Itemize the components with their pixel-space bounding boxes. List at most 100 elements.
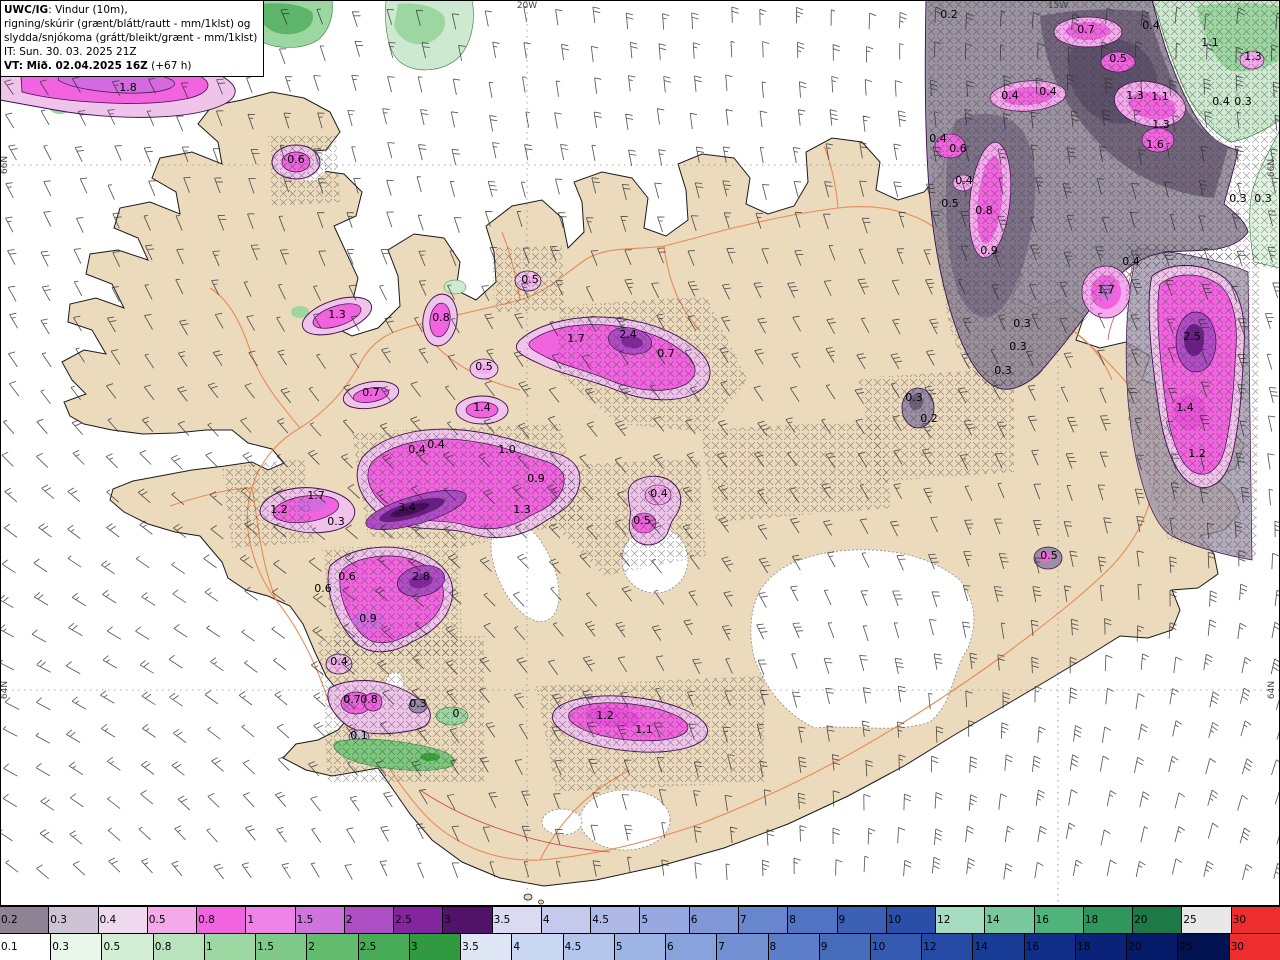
scale-cell: 14 — [985, 907, 1035, 933]
scale-tick-label: 0.5 — [103, 941, 121, 953]
scale-tick-label: 2.5 — [395, 914, 412, 926]
precip-value-label: 0.9 — [980, 244, 998, 257]
scale-tick-label: 18 — [1076, 941, 1091, 953]
precip-value-label: 1.8 — [119, 81, 137, 94]
glacier-myrdalsjokull — [579, 789, 671, 851]
graticule-label: 64N — [1267, 681, 1277, 699]
header-line-2: rigning/skúrir (grænt/blátt/rautt - mm/1… — [4, 18, 251, 31]
scale-cell: 2 — [307, 934, 359, 960]
precip-value-label: 1.7 — [307, 489, 325, 502]
precip-value-label: 0.5 — [1109, 52, 1127, 65]
scale-tick-label: 0.3 — [52, 941, 69, 953]
scale-cell: 8 — [788, 907, 838, 933]
precip-value-label: 0.4 — [955, 174, 973, 187]
precip-value-label: 1.4 — [473, 401, 491, 414]
scale-tick-label: 3.5 — [462, 941, 479, 953]
graticule-label: 66N — [0, 156, 10, 174]
precip-value-label: 1.1 — [1201, 36, 1219, 49]
scale-cell: 9 — [819, 934, 871, 960]
scale-tick-label: 20 — [1128, 941, 1142, 953]
scale-tick-label: 4 — [513, 941, 521, 953]
scale-cell: 4.5 — [591, 907, 641, 933]
scale-tick-label: 25 — [1183, 914, 1197, 926]
scale-cell: 12 — [936, 907, 986, 933]
scale-cell: 4.5 — [563, 934, 615, 960]
precip-value-label: 0.8 — [432, 311, 450, 324]
precip-value-label: 0.8 — [360, 693, 378, 706]
precip-value-label: 0.1 — [350, 729, 368, 742]
scale-cell: 0.5 — [147, 907, 198, 933]
scale-tick-label: 10 — [871, 941, 886, 953]
scale-cell: 0.8 — [153, 934, 205, 960]
precip-value-label: 1.0 — [498, 443, 516, 456]
header-init-time: IT: Sun. 30. 03. 2025 21Z — [4, 46, 137, 59]
scale-cell: 7 — [738, 907, 789, 933]
precip-value-label: 1.2 — [270, 503, 288, 516]
scale-cell: 0.2 — [0, 907, 50, 933]
scale-cell: 0.3 — [49, 907, 99, 933]
scale-cell: 16 — [1024, 934, 1076, 960]
scale-tick-label: 4.5 — [564, 941, 582, 953]
scale-cell: 6 — [689, 907, 739, 933]
precip-value-label: 0.4 — [427, 438, 445, 451]
precip-value-label: 1.7 — [1097, 283, 1115, 296]
scale-cell: 5 — [640, 907, 690, 933]
precip-value-label: 0.2 — [940, 8, 958, 21]
scale-cell: 20 — [1127, 934, 1179, 960]
scale-cell: 10 — [886, 907, 937, 933]
precip-value-label: 1.3 — [1152, 118, 1170, 131]
scale-tick-label: 12 — [937, 914, 951, 926]
header-line-1: UWC/IG: Vindur (10m), — [4, 4, 128, 16]
scale-tick-label: 5 — [641, 914, 649, 926]
header-line-3: slydda/snjókoma (grátt/bleikt/grænt - mm… — [4, 32, 258, 45]
scale-cell: 25 — [1178, 934, 1230, 960]
scale-cell: 2.5 — [358, 934, 410, 960]
precip-value-label: 1.3 — [513, 503, 531, 516]
scale-cell: 4 — [512, 934, 564, 960]
scale-tick-label: 8 — [769, 941, 777, 953]
scale-cell: 0.1 — [0, 934, 52, 960]
precip-value-label: 0.3 — [1009, 340, 1027, 353]
precip-value-label: 0.6 — [314, 582, 332, 595]
scale-tick-label: 12 — [923, 941, 937, 953]
scale-cell: 3.5 — [461, 934, 513, 960]
precip-value-label: 0.2 — [920, 412, 938, 425]
scale-cell: 1 — [246, 907, 296, 933]
precip-value-label: 0.6 — [287, 153, 305, 166]
scale-row-snow: 0.2 0.3 0.4 0.5 0.8 1 1.5 2 2.5 3 3.5 4 4.5 5 6 7 8 9 10 12… — [0, 907, 1280, 933]
scale-cell: 18 — [1075, 934, 1128, 960]
scale-tick-label: 2.5 — [359, 941, 377, 953]
scale-tick-label: 3 — [444, 914, 452, 926]
scale-cell: 1.5 — [256, 934, 308, 960]
scale-tick-label: 0.8 — [198, 914, 215, 926]
scale-tick-label: 14 — [974, 941, 988, 953]
precip-value-label: 0.3 — [1254, 192, 1272, 205]
scale-cell: 16 — [1034, 907, 1084, 933]
precip-value-label: 0.4 — [929, 132, 947, 145]
precip-value-label: 1.7 — [567, 332, 585, 345]
precip-value-label: 0.9 — [359, 612, 377, 625]
precip-value-label: 0.3 — [1013, 317, 1031, 330]
scale-tick-label: 8 — [789, 914, 796, 926]
precip-value-label: 0.3 — [1229, 192, 1247, 205]
small-island — [538, 899, 544, 905]
scale-tick-label: 3 — [410, 941, 418, 953]
precip-value-label: 2.5 — [1183, 330, 1201, 343]
precip-value-label: 1.4 — [1176, 401, 1194, 414]
scale-cell: 9 — [837, 907, 887, 933]
scale-cell: 5 — [614, 934, 667, 960]
scale-cell: 30 — [1231, 907, 1280, 933]
scale-tick-label: 0.2 — [1, 914, 18, 926]
scale-tick-label: 0.1 — [1, 941, 18, 953]
scale-cell: 3 — [443, 907, 493, 933]
precip-value-label: 0.6 — [949, 142, 967, 155]
weather-map: 1.80.61.3 0.80.50.50.71.40.4 0.4 1.00.91.21… — [0, 0, 1280, 906]
precip-value-label: 0.4 — [650, 487, 668, 500]
scale-cell: 3.5 — [492, 907, 542, 933]
precip-value-label: 1.6 — [1146, 138, 1164, 151]
scale-cell: 0.4 — [98, 907, 148, 933]
scale-cell: 18 — [1083, 907, 1134, 933]
scale-cell: 2.5 — [394, 907, 444, 933]
precip-value-label: 0.4 — [330, 655, 348, 668]
scale-cell: 12 — [922, 934, 974, 960]
